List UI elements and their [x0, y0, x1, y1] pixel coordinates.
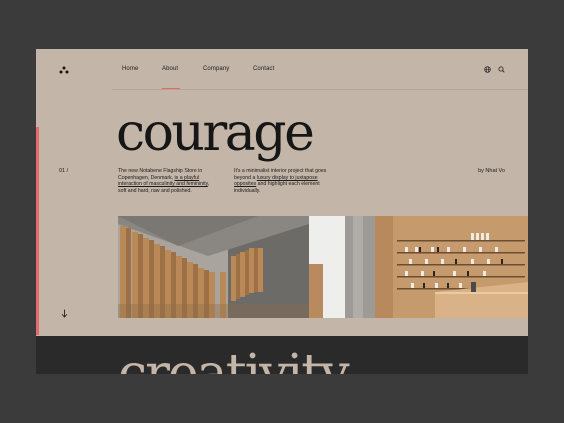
doorway-photo: [309, 216, 375, 318]
brand-logo-icon[interactable]: [59, 66, 69, 74]
shelf-display-photo: [375, 216, 528, 318]
hero-headline: courage: [116, 103, 315, 163]
author-credit: by Nhat Vo: [478, 168, 505, 174]
accent-bar: [36, 127, 39, 335]
next-section: creativity: [36, 336, 528, 374]
header-divider: [112, 89, 528, 90]
nav-link-home[interactable]: Home: [122, 66, 138, 72]
detail-paragraph: It's a minimalist interior project that …: [234, 168, 328, 194]
nav-link-about[interactable]: About: [162, 66, 178, 72]
search-icon[interactable]: [498, 66, 505, 73]
nav-link-contact[interactable]: Contact: [253, 66, 274, 72]
staircase-photo: [118, 216, 309, 318]
scroll-down-arrow-icon[interactable]: [61, 309, 68, 318]
intro-paragraph: The new Notabene Flagship Store in Copen…: [118, 168, 212, 194]
nav-link-company[interactable]: Company: [203, 66, 229, 72]
slide-index: 01 /: [59, 168, 69, 174]
globe-icon[interactable]: [484, 66, 491, 73]
next-section-headline: creativity: [118, 344, 350, 374]
landing-page-frame: Home About Company Contact courage 01 / …: [36, 49, 528, 374]
